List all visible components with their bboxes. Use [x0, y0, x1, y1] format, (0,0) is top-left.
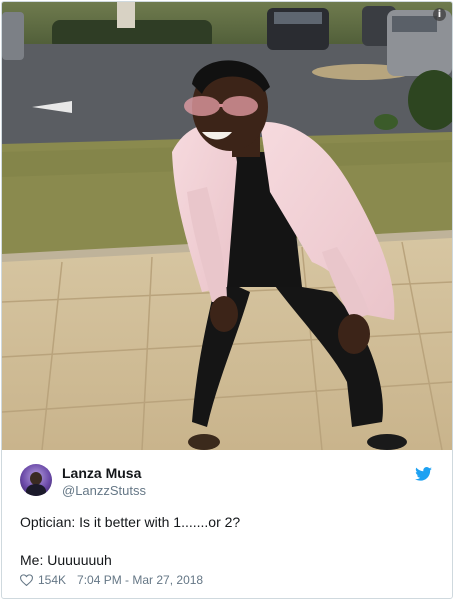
like-count[interactable]: 154K [38, 573, 66, 587]
tweet-photo[interactable]: i [2, 2, 452, 450]
avatar[interactable] [20, 464, 52, 496]
twitter-bird-icon[interactable] [415, 467, 432, 481]
user-handle[interactable]: @LanzzStutss [62, 483, 146, 498]
tweet-text-line-1: Optician: Is it better with 1.......or 2… [20, 514, 241, 530]
tweet-meta: 154K 7:04 PM - Mar 27, 2018 [20, 573, 203, 587]
tweet-body: Lanza Musa @LanzzStutss Optician: Is it … [2, 451, 452, 598]
tweet-text-line-2: Me: Uuuuuuuh [20, 552, 112, 568]
display-name[interactable]: Lanza Musa [62, 465, 141, 481]
avatar-body [26, 484, 46, 496]
timestamp[interactable]: 7:04 PM - Mar 27, 2018 [77, 573, 203, 587]
heart-icon[interactable] [20, 574, 33, 586]
info-icon[interactable]: i [433, 8, 446, 21]
tweet-card: i Lanza Musa @LanzzStutss Optician: Is i… [1, 1, 453, 599]
